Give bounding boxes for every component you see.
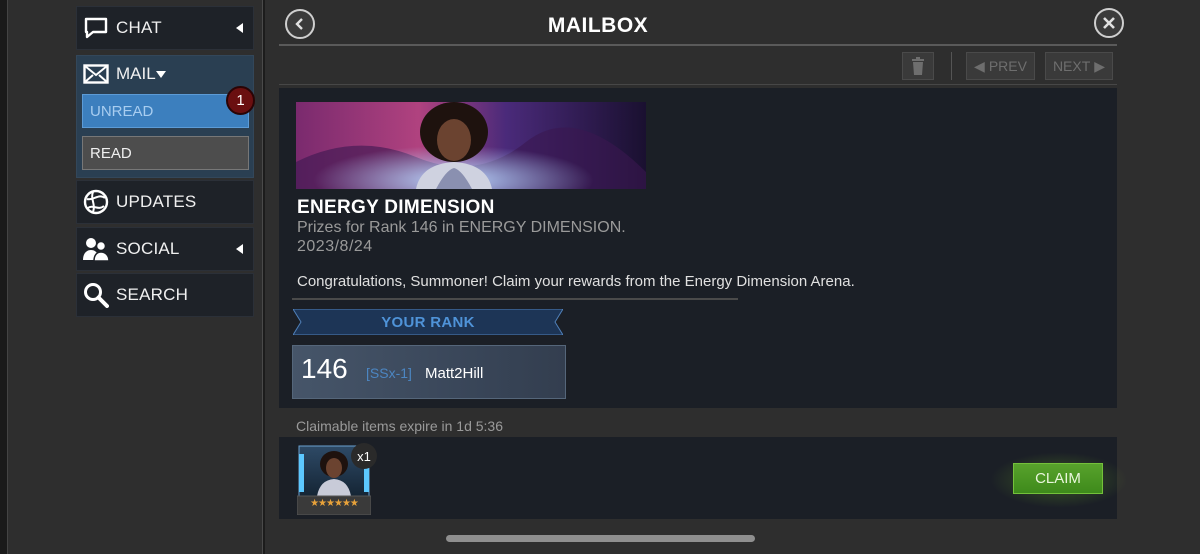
rank-player-name: Matt2Hill [425, 365, 484, 382]
close-button[interactable] [1094, 8, 1124, 38]
rank-alliance-tag: [SSx-1] [366, 365, 412, 381]
delete-button[interactable] [902, 52, 934, 80]
nav-social[interactable]: SOCIAL [76, 227, 254, 271]
rank-box: 146 [SSx-1] Matt2Hill [292, 345, 566, 399]
prev-button[interactable]: ◀ PREV [966, 52, 1035, 80]
nav-updates[interactable]: UPDATES [76, 180, 254, 224]
prev-label: PREV [988, 58, 1027, 74]
message-subtitle: Prizes for Rank 146 in ENERGY DIMENSION. [297, 219, 626, 236]
chevron-left-icon [236, 244, 243, 254]
next-button[interactable]: NEXT ▶ [1045, 52, 1113, 80]
trash-icon [912, 57, 924, 75]
sidebar-divider [262, 0, 265, 554]
rank-heading: YOUR RANK [381, 313, 475, 331]
nav-chat-label: CHAT [116, 18, 162, 37]
mail-unread-tab[interactable]: UNREAD [82, 94, 249, 128]
envelope-icon [82, 60, 110, 88]
page-title: MAILBOX [547, 14, 649, 37]
left-edge [0, 0, 8, 554]
reward-item-stars: ★★★★★★ [310, 498, 359, 509]
nav-chat[interactable]: CHAT [76, 6, 254, 50]
back-button[interactable] [285, 9, 315, 39]
nav-search[interactable]: SEARCH [76, 273, 254, 317]
home-indicator[interactable] [446, 535, 755, 542]
nav-mail[interactable]: MAIL [77, 56, 253, 92]
close-icon [1103, 17, 1115, 29]
chat-bubble-icon [82, 14, 110, 42]
toolbar-separator [951, 52, 952, 80]
next-label: NEXT [1052, 58, 1091, 74]
claim-button[interactable]: CLAIM [1013, 463, 1103, 494]
message-body: Congratulations, Summoner! Claim your re… [297, 273, 855, 290]
header-divider [279, 44, 1117, 46]
reward-item-quantity: x1 [351, 443, 377, 469]
nav-search-label: SEARCH [116, 285, 189, 304]
search-icon [82, 281, 110, 309]
message-banner-image [296, 102, 646, 189]
rank-number: 146 [301, 353, 348, 384]
nav-updates-label: UPDATES [116, 192, 197, 211]
message-date: 2023/8/24 [297, 238, 373, 255]
nav-social-label: SOCIAL [116, 239, 180, 258]
chevron-down-icon [155, 70, 166, 78]
chevron-left-icon [236, 23, 243, 33]
toolbar-divider [279, 84, 1117, 85]
people-icon [82, 235, 110, 263]
chevron-right-icon: ▶ [1094, 57, 1106, 74]
nav-mail-label: MAIL [116, 64, 156, 83]
globe-icon [82, 188, 110, 216]
expire-text: Claimable items expire in 1d 5:36 [296, 418, 503, 434]
nav-mail-group: MAIL UNREAD READ [76, 55, 254, 178]
message-title: ENERGY DIMENSION [297, 197, 495, 218]
chevron-left-icon: ◀ [974, 57, 985, 74]
chevron-left-icon [295, 18, 303, 30]
message-divider [292, 298, 738, 300]
unread-count-badge: 1 [226, 86, 255, 115]
rank-ribbon: YOUR RANK [293, 309, 563, 335]
mail-read-tab[interactable]: READ [82, 136, 249, 170]
